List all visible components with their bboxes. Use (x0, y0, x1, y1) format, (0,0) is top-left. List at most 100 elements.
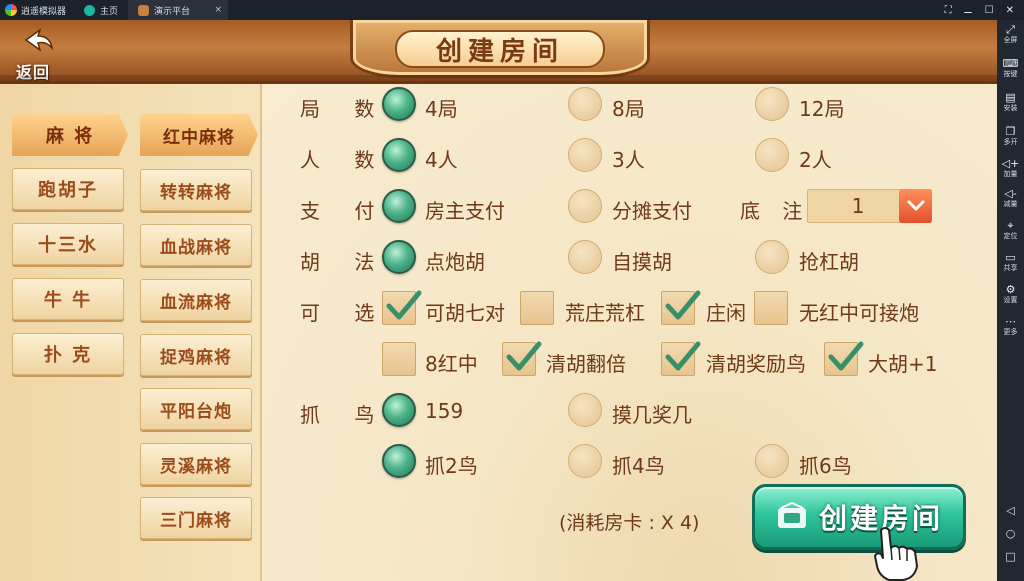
nav-recent-icon[interactable]: □ (997, 550, 1024, 563)
tool-label: 安装 (1003, 104, 1018, 112)
emulator-app: 逍遥模拟器 (0, 0, 74, 20)
option-text: 点炮胡 (425, 250, 485, 274)
room-card-icon (777, 502, 806, 528)
category-niuniu[interactable]: 牛 牛 (12, 278, 124, 320)
location-icon: ⌖ (1007, 219, 1014, 232)
radio-bird-mojijiangji[interactable] (568, 393, 602, 427)
home-tab-icon (84, 4, 96, 16)
emulator-toolbar: ⤢ 全屏 ⌨ 按键 ▤ 安装 ❐ 多开 ◁+ 加量 ◁- 减量 ⌖ 定位 ▭ 共享 ⚙ 设置 ⋯ 更… (997, 20, 1024, 581)
tab-close-icon[interactable]: × (214, 5, 222, 15)
subgame-xuezhan[interactable]: 血战麻将 (140, 224, 252, 266)
subgame-hongzhong[interactable]: 红中麻将 (140, 114, 258, 156)
radio-bird-2[interactable] (382, 444, 416, 478)
back-arrow-icon (24, 28, 54, 52)
option-text: 4人 (425, 148, 458, 172)
tool-volume-down[interactable]: ◁- 减量 (997, 188, 1024, 209)
tab-home-label: 主页 (100, 6, 119, 17)
emulator-app-title: 逍遥模拟器 (21, 6, 67, 17)
tool-multi-open[interactable]: ❐ 多开 (997, 126, 1024, 147)
checkbox-qidui[interactable] (382, 290, 422, 325)
radio-bird-159[interactable] (382, 393, 416, 427)
tool-label: 加量 (1003, 170, 1018, 178)
close-window-icon[interactable]: ✕ (1006, 5, 1014, 16)
subgame-sanmen[interactable]: 三门麻将 (140, 497, 252, 539)
category-paohuzi[interactable]: 跑胡子 (12, 168, 124, 210)
checkmark-icon (828, 341, 864, 371)
radio-rounds-8[interactable] (568, 87, 602, 121)
back-label: 返回 (16, 63, 51, 82)
settings-icon: ⚙ (1005, 283, 1016, 296)
subgame-pingyang[interactable]: 平阳台炮 (140, 388, 252, 430)
tool-share[interactable]: ▭ 共享 (997, 252, 1024, 273)
radio-hu-qianggang[interactable] (755, 240, 789, 274)
tool-keyboard[interactable]: ⌨ 按键 (997, 58, 1024, 79)
emulator-titlebar: 逍遥模拟器 主页 演示平台 × ⛶ ⚊ ☐ ✕ (0, 0, 1024, 20)
radio-hu-zimo[interactable] (568, 240, 602, 274)
radio-bird-4[interactable] (568, 444, 602, 478)
minimize-icon[interactable]: ⚊ (964, 5, 973, 16)
game-selector: 麻 将 跑胡子 十三水 牛 牛 扑 克 红中麻将 转转麻将 血战麻将 血流麻将 … (0, 84, 262, 581)
radio-pay-split[interactable] (568, 189, 602, 223)
emulator-logo-icon (5, 4, 17, 16)
radio-rounds-12[interactable] (755, 87, 789, 121)
tool-location[interactable]: ⌖ 定位 (997, 220, 1024, 241)
tab-demo-platform[interactable]: 演示平台 × (128, 0, 229, 20)
maximize-icon[interactable]: ☐ (985, 5, 994, 16)
radio-bird-6[interactable] (755, 444, 789, 478)
apk-install-icon: ▤ (1005, 91, 1016, 104)
room-card-cost: (消耗房卡 : X 4) (559, 512, 700, 534)
chevron-down-icon[interactable] (899, 189, 932, 223)
expand-icon[interactable]: ⛶ (945, 5, 952, 16)
subgame-lingxi[interactable]: 灵溪麻将 (140, 443, 252, 485)
checkbox-wuhongzhong[interactable] (754, 291, 788, 325)
tool-label: 更多 (1003, 328, 1018, 336)
create-room-button[interactable]: 创建房间 (752, 484, 966, 550)
option-text: 自摸胡 (612, 250, 672, 274)
subgame-zhuanzhuan[interactable]: 转转麻将 (140, 169, 252, 211)
header-bar: 返回 创建房间 (0, 20, 997, 84)
category-shisanshui[interactable]: 十三水 (12, 223, 124, 265)
radio-hu-dianpao[interactable] (382, 240, 416, 274)
checkbox-dahu-plus1[interactable] (824, 341, 864, 376)
tool-install[interactable]: ▤ 安装 (997, 92, 1024, 113)
checkmark-icon (665, 290, 701, 320)
tool-more[interactable]: ⋯ 更多 (997, 316, 1024, 337)
option-text: 12局 (799, 97, 845, 121)
checkbox-huangzhuang[interactable] (520, 291, 554, 325)
checkbox-qinghu-fanbei[interactable] (502, 341, 542, 376)
page-title: 创建房间 (435, 36, 564, 67)
option-text: 可胡七对 (425, 301, 505, 325)
tab-home[interactable]: 主页 (74, 0, 128, 20)
radio-players-4[interactable] (382, 138, 416, 172)
back-button[interactable]: 返回 (10, 24, 70, 82)
volume-down-icon: ◁- (1004, 187, 1017, 200)
category-mahjong[interactable]: 麻 将 (12, 114, 128, 156)
checkmark-icon (386, 290, 422, 320)
checkbox-qinghu-niao[interactable] (661, 341, 701, 376)
checkmark-icon (506, 341, 542, 371)
option-text: 大胡+1 (868, 352, 938, 376)
tool-label: 全屏 (1003, 36, 1018, 44)
checkbox-8hongzhong[interactable] (382, 342, 416, 376)
nav-home-icon[interactable]: ○ (997, 527, 1024, 540)
tab-demo-label: 演示平台 (154, 6, 191, 17)
tool-fullscreen[interactable]: ⤢ 全屏 (997, 24, 1024, 45)
tool-volume-up[interactable]: ◁+ 加量 (997, 158, 1024, 179)
checkbox-zhuangxian[interactable] (661, 290, 701, 325)
option-text: 无红中可接炮 (799, 301, 919, 325)
tool-label: 定位 (1003, 232, 1018, 240)
option-text: 8局 (612, 97, 645, 121)
option-text: 清胡翻倍 (546, 352, 626, 376)
radio-players-2[interactable] (755, 138, 789, 172)
subgame-xueliu[interactable]: 血流麻将 (140, 279, 252, 321)
nav-back-icon[interactable]: ◁ (997, 504, 1024, 517)
tool-settings[interactable]: ⚙ 设置 (997, 284, 1024, 305)
category-poker[interactable]: 扑 克 (12, 333, 124, 375)
option-text: 抢杠胡 (799, 250, 859, 274)
radio-pay-owner[interactable] (382, 189, 416, 223)
radio-players-3[interactable] (568, 138, 602, 172)
keyboard-icon: ⌨ (1002, 57, 1019, 70)
bet-select[interactable]: 1 (807, 189, 932, 223)
radio-rounds-4[interactable] (382, 87, 416, 121)
subgame-zhuoji[interactable]: 捉鸡麻将 (140, 334, 252, 376)
